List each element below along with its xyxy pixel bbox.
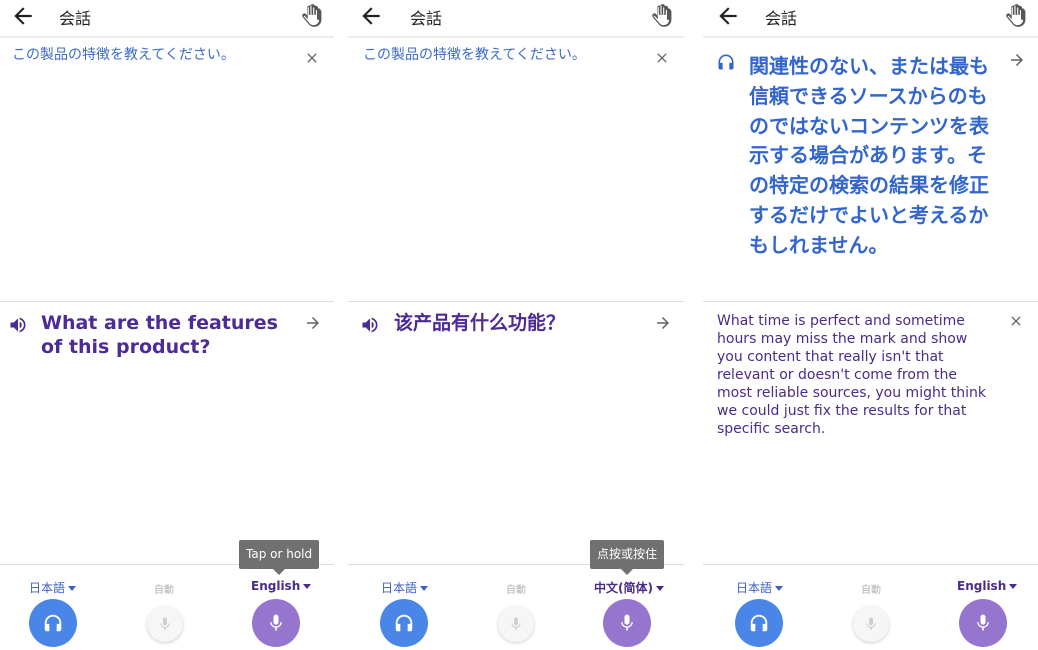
bottom-controls: 日本語 自動 English bbox=[0, 566, 334, 650]
translation-panel: 関連性のない、または最も信頼できるソースからのものではないコンテンツを表示する場… bbox=[703, 40, 1038, 302]
mic-icon bbox=[270, 614, 282, 631]
close-icon[interactable] bbox=[304, 50, 320, 66]
target-mic-button[interactable] bbox=[252, 599, 300, 647]
listen-button[interactable] bbox=[735, 599, 783, 647]
translated-text: What are the features of this product? bbox=[41, 312, 278, 358]
speaker-icon[interactable] bbox=[360, 315, 380, 335]
conversation-screen-1: 会話 この製品の特徴を教えてください。 What are the feature… bbox=[0, 0, 334, 650]
chevron-down-icon bbox=[1009, 584, 1018, 589]
bottom-controls: 日本語 自動 English bbox=[703, 566, 1038, 650]
source-panel: What time is perfect and sometime hours … bbox=[703, 303, 1038, 565]
top-bar: 会話 bbox=[703, 0, 1038, 38]
auto-mic-button[interactable] bbox=[498, 606, 534, 642]
source-text: この製品の特徴を教えてください。 bbox=[12, 47, 235, 63]
source-panel: この製品の特徴を教えてください。 bbox=[0, 40, 334, 302]
translated-text: 関連性のない、または最も信頼できるソースからのものではないコンテンツを表示する場… bbox=[749, 54, 989, 257]
hand-icon[interactable] bbox=[298, 3, 324, 29]
chevron-down-icon bbox=[775, 586, 784, 591]
listen-button[interactable] bbox=[380, 599, 428, 647]
conversation-screen-3: 会話 関連性のない、または最も信頼できるソースからのものではないコンテンツを表示… bbox=[703, 0, 1038, 650]
target-language-selector[interactable]: English bbox=[251, 579, 312, 593]
target-mic-button[interactable] bbox=[603, 599, 651, 647]
close-icon[interactable] bbox=[654, 50, 670, 66]
page-title: 会話 bbox=[410, 9, 443, 28]
mic-icon bbox=[511, 617, 521, 630]
page-title: 会話 bbox=[59, 9, 92, 28]
arrow-left-icon[interactable] bbox=[10, 3, 36, 29]
headphones-icon bbox=[395, 614, 413, 632]
arrow-right-icon[interactable] bbox=[304, 314, 322, 332]
source-language-selector[interactable]: 日本語 bbox=[29, 579, 77, 596]
chevron-down-icon bbox=[303, 584, 312, 589]
auto-label: 自動 bbox=[506, 585, 526, 596]
target-language-selector[interactable]: 中文(简体) bbox=[594, 579, 664, 596]
speaker-icon[interactable] bbox=[8, 315, 28, 335]
top-bar: 会話 bbox=[0, 0, 334, 38]
source-text: What time is perfect and sometime hours … bbox=[717, 313, 987, 437]
chevron-down-icon bbox=[68, 586, 77, 591]
arrow-right-icon[interactable] bbox=[1008, 51, 1026, 69]
mic-icon bbox=[866, 617, 876, 630]
arrow-right-icon[interactable] bbox=[654, 314, 672, 332]
top-bar: 会話 bbox=[348, 0, 684, 38]
source-text: この製品の特徴を教えてください。 bbox=[363, 47, 586, 63]
close-icon[interactable] bbox=[1008, 313, 1024, 329]
translation-panel: What are the features of this product? bbox=[0, 303, 334, 565]
headphones-icon[interactable] bbox=[716, 52, 736, 72]
target-language-selector[interactable]: English bbox=[957, 579, 1018, 593]
source-language-label: 日本語 bbox=[29, 581, 66, 595]
hand-icon[interactable] bbox=[648, 3, 674, 29]
chevron-down-icon bbox=[420, 586, 429, 591]
mic-icon bbox=[621, 614, 633, 631]
mic-icon bbox=[160, 617, 170, 630]
chevron-down-icon bbox=[655, 586, 664, 591]
translated-text: 该产品有什么功能？ bbox=[394, 312, 566, 334]
auto-mic-button[interactable] bbox=[147, 606, 183, 642]
target-language-label: 中文(简体) bbox=[594, 581, 653, 595]
conversation-screen-2: 会話 この製品の特徴を教えてください。 该产品有什么功能？ 点按或按住 日本語 … bbox=[348, 0, 684, 650]
mic-tooltip: 点按或按住 bbox=[590, 540, 665, 575]
auto-mic-button[interactable] bbox=[853, 606, 889, 642]
source-language-selector[interactable]: 日本語 bbox=[736, 579, 784, 596]
headphones-icon bbox=[44, 614, 62, 632]
target-mic-button[interactable] bbox=[959, 599, 1007, 647]
headphones-icon bbox=[750, 614, 768, 632]
source-panel: この製品の特徴を教えてください。 bbox=[348, 40, 684, 302]
auto-label: 自動 bbox=[154, 585, 174, 596]
source-language-label: 日本語 bbox=[736, 581, 773, 595]
listen-button[interactable] bbox=[29, 599, 77, 647]
target-language-label: English bbox=[251, 579, 301, 593]
source-language-label: 日本語 bbox=[381, 581, 418, 595]
auto-label: 自動 bbox=[861, 585, 881, 596]
translation-panel: 该产品有什么功能？ bbox=[348, 303, 684, 565]
bottom-controls: 日本語 自動 中文(简体) bbox=[348, 566, 684, 650]
arrow-left-icon[interactable] bbox=[358, 3, 384, 29]
hand-icon[interactable] bbox=[1002, 3, 1028, 29]
page-title: 会話 bbox=[765, 9, 798, 28]
source-language-selector[interactable]: 日本語 bbox=[381, 579, 429, 596]
arrow-left-icon[interactable] bbox=[715, 3, 741, 29]
mic-tooltip: Tap or hold bbox=[239, 540, 320, 575]
target-language-label: English bbox=[957, 579, 1007, 593]
mic-icon bbox=[977, 614, 989, 631]
